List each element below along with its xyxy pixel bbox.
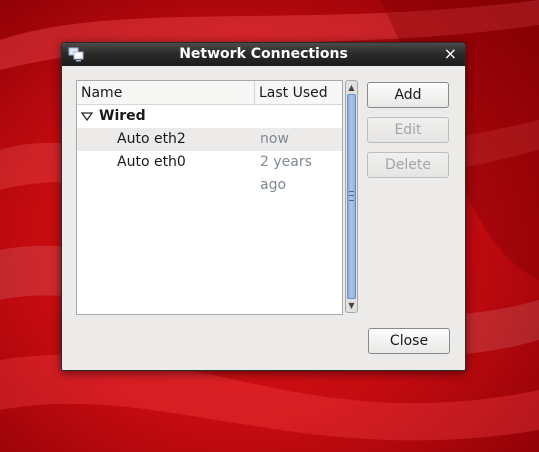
scroll-down-arrow-icon[interactable]: ▼ bbox=[346, 299, 357, 312]
group-row-wired[interactable]: Wired bbox=[77, 105, 342, 128]
network-connections-dialog: Network Connections × Name Last Used Wir… bbox=[61, 42, 466, 371]
connection-last-used: 2 years ago bbox=[260, 154, 312, 193]
close-window-icon[interactable]: × bbox=[444, 45, 457, 63]
add-button[interactable]: Add bbox=[367, 82, 449, 108]
scroll-up-arrow-icon[interactable]: ▲ bbox=[346, 81, 357, 94]
group-label: Wired bbox=[99, 108, 146, 124]
window-title: Network Connections bbox=[179, 46, 348, 62]
column-header-name[interactable]: Name bbox=[77, 81, 255, 105]
delete-button[interactable]: Delete bbox=[367, 152, 449, 178]
title-bar[interactable]: Network Connections × bbox=[62, 43, 465, 66]
edit-button[interactable]: Edit bbox=[367, 117, 449, 143]
connection-name: Auto eth0 bbox=[117, 154, 186, 170]
close-button[interactable]: Close bbox=[368, 328, 450, 354]
connection-name: Auto eth2 bbox=[117, 131, 186, 147]
column-header-last-used[interactable]: Last Used bbox=[255, 81, 342, 105]
scroll-thumb[interactable] bbox=[347, 94, 356, 299]
connection-last-used: now bbox=[260, 131, 289, 147]
list-scrollbar[interactable]: ▲ ▼ bbox=[345, 80, 358, 313]
connections-list[interactable]: Name Last Used Wired Auto eth2 now Auto … bbox=[76, 80, 343, 315]
connection-row-auto-eth2[interactable]: Auto eth2 now bbox=[77, 128, 342, 151]
scroll-grip-icon bbox=[349, 191, 354, 201]
expander-down-icon[interactable] bbox=[81, 105, 93, 128]
connection-row-auto-eth0[interactable]: Auto eth0 2 years ago bbox=[77, 151, 342, 193]
